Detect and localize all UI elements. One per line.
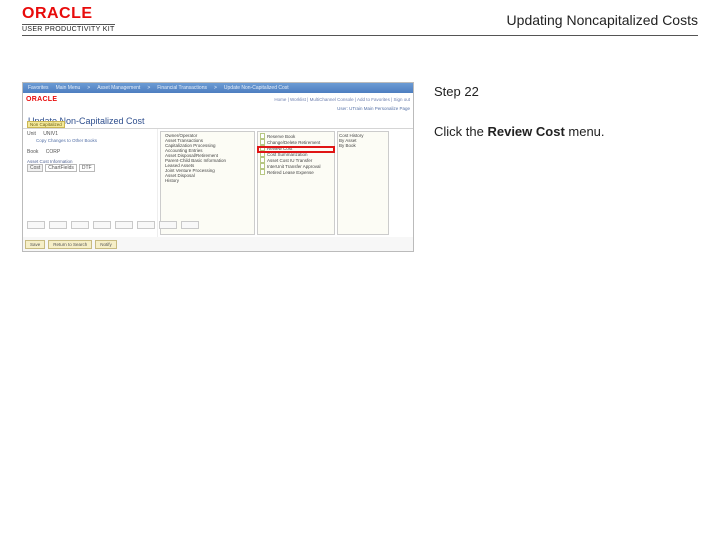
return-button[interactable]: Return to Search <box>48 240 92 249</box>
app-top-links[interactable]: Home | Worklist | MultiChannel Console |… <box>274 97 410 102</box>
tab-cost[interactable]: Cost <box>27 164 43 172</box>
brand-block: ORACLE USER PRODUCTIVITY KIT <box>22 6 115 33</box>
breadcrumb-nav: Favorites Main Menu > Asset Management >… <box>23 83 413 93</box>
menu-level-2: Reserve Book Change/Delete Retirement Re… <box>257 131 335 235</box>
user-line: User: UTrain Main Personalize Page <box>23 105 413 112</box>
notify-button[interactable]: Notify <box>95 240 117 249</box>
action-bar: Save Return to Search Notify <box>25 240 117 249</box>
tab-chartfields[interactable]: ChartFields <box>45 164 77 172</box>
menu-level-1: Owner/Operator Asset Transactions Capita… <box>160 131 255 235</box>
instruction-panel: Step 22 Click the Review Cost menu. <box>434 82 698 141</box>
field-label: Unit <box>27 131 36 137</box>
header-divider <box>22 35 698 36</box>
non-capitalized-tag: Non Capitalized <box>27 121 65 128</box>
app-top-bar: ORACLE Home | Worklist | MultiChannel Co… <box>23 93 413 105</box>
book-label: Book <box>27 149 38 155</box>
nav-item[interactable]: Main Menu <box>54 85 83 91</box>
app-logo: ORACLE <box>26 96 57 103</box>
grid-region <box>27 221 237 229</box>
instruction-line: Click the Review Cost menu. <box>434 122 698 142</box>
doc-title: Updating Noncapitalized Costs <box>507 12 698 28</box>
page-header-strip: ORACLE USER PRODUCTIVITY KIT Updating No… <box>0 0 720 35</box>
instr-target: Review Cost <box>487 124 564 139</box>
nav-item[interactable]: Update Non-Capitalized Cost <box>222 85 291 91</box>
step-label: Step 22 <box>434 82 698 102</box>
nav-item[interactable]: Financial Transactions <box>155 85 209 91</box>
tab-dtf[interactable]: DTF <box>79 164 95 172</box>
copy-link[interactable]: Copy Changes to Other Books <box>27 138 153 143</box>
menu-item[interactable]: History <box>162 178 253 183</box>
app-screenshot: Favorites Main Menu > Asset Management >… <box>22 82 414 252</box>
field-value: UNIV1 <box>43 131 58 137</box>
menu-level-3: Cost History By Asset By Book <box>337 131 389 235</box>
save-button[interactable]: Save <box>25 240 45 249</box>
brand-logo: ORACLE <box>22 6 115 22</box>
suite-line: USER PRODUCTIVITY KIT <box>22 24 115 33</box>
instr-prefix: Click the <box>434 124 487 139</box>
nav-item[interactable]: Favorites <box>26 85 51 91</box>
page-icon <box>260 169 265 175</box>
nav-item[interactable]: Asset Management <box>95 85 142 91</box>
menu-item[interactable]: Retired Lease Expense <box>259 169 333 175</box>
content-columns: Favorites Main Menu > Asset Management >… <box>0 40 720 252</box>
page-title: Update Non-Capitalized Cost <box>23 112 413 129</box>
instr-suffix: menu. <box>565 124 605 139</box>
book-value: CORP <box>46 149 60 155</box>
menu-item[interactable]: By Book <box>339 143 387 148</box>
